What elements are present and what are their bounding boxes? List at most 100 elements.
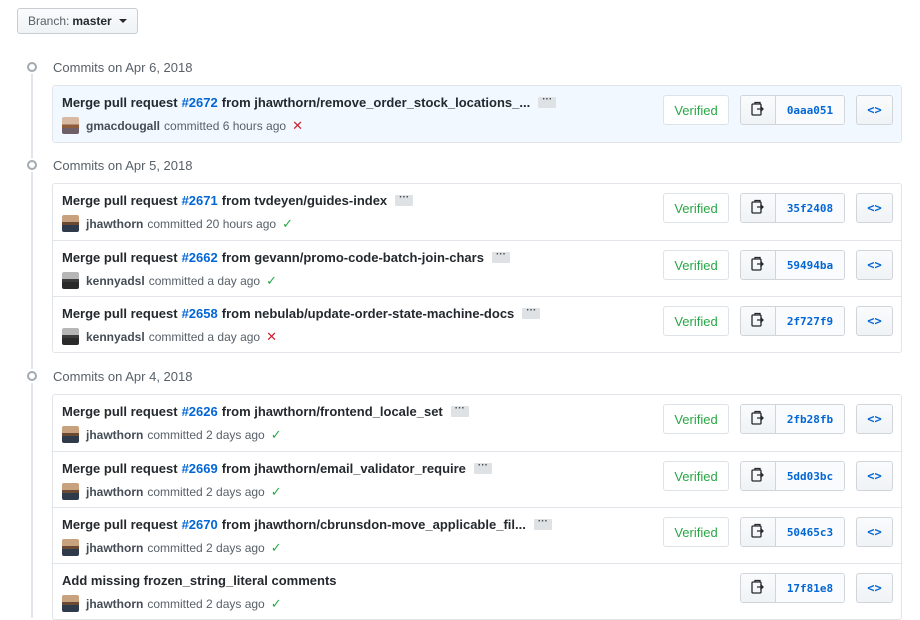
verified-badge[interactable]: Verified xyxy=(663,193,729,223)
verified-badge[interactable]: Verified xyxy=(663,306,729,336)
commit-sha-link[interactable]: 17f81e8 xyxy=(776,574,844,602)
expand-message-button[interactable]: ··· xyxy=(533,517,552,530)
check-success-icon[interactable]: ✓ xyxy=(271,596,282,612)
copy-sha-button[interactable] xyxy=(741,307,776,335)
copy-sha-button[interactable] xyxy=(741,518,776,546)
pull-request-link[interactable]: #2670 xyxy=(182,517,218,532)
commit-sha-link[interactable]: 35f2408 xyxy=(776,194,844,222)
commit-sha-link[interactable]: 2f727f9 xyxy=(776,307,844,335)
check-success-icon[interactable]: ✓ xyxy=(282,216,293,232)
commit-message-branch[interactable]: from jhawthorn/cbrunsdon-move_applicable… xyxy=(222,517,526,532)
commit-message-branch[interactable]: from jhawthorn/remove_order_stock_locati… xyxy=(222,95,530,110)
clipboard-icon xyxy=(751,101,765,120)
copy-sha-button[interactable] xyxy=(741,574,776,602)
author-link[interactable]: gmacdougall xyxy=(86,119,160,133)
copy-sha-button[interactable] xyxy=(741,405,776,433)
verified-badge[interactable]: Verified xyxy=(663,250,729,280)
avatar[interactable] xyxy=(62,595,79,612)
commit-message[interactable]: Merge pull request #2671 from tvdeyen/guid… xyxy=(62,193,414,208)
commit-message[interactable]: Merge pull request #2670 from jhawthorn/cb… xyxy=(62,517,552,532)
commit-sha-link[interactable]: 5dd03bc xyxy=(776,462,844,490)
commit-message-branch[interactable]: from gevann/promo-code-batch-join-chars xyxy=(222,250,484,265)
commit-sha-link[interactable]: 50465c3 xyxy=(776,518,844,546)
commit-message[interactable]: Merge pull request #2662 from gevann/promo… xyxy=(62,250,510,265)
commit-message-text[interactable]: Merge pull request xyxy=(62,517,178,532)
avatar[interactable] xyxy=(62,426,79,443)
commit-message-text[interactable]: Merge pull request xyxy=(62,250,178,265)
commit-row: Merge pull request #2626 from jhawthorn/fr… xyxy=(53,395,901,451)
commit-group-title: Commits on Apr 6, 2018 xyxy=(53,59,193,75)
pull-request-link[interactable]: #2671 xyxy=(182,193,218,208)
check-success-icon[interactable]: ✓ xyxy=(271,484,282,500)
browse-repo-button[interactable]: <> xyxy=(856,250,893,280)
commit-message[interactable]: Merge pull request #2658 from nebulab/upda… xyxy=(62,306,541,321)
expand-message-button[interactable]: ··· xyxy=(522,306,541,319)
author-link[interactable]: jhawthorn xyxy=(86,541,143,555)
expand-message-button[interactable]: ··· xyxy=(450,404,469,417)
timeline-line xyxy=(31,60,33,618)
commit-message-branch[interactable]: from jhawthorn/email_validator_require xyxy=(222,461,466,476)
browse-repo-button[interactable]: <> xyxy=(856,404,893,434)
pull-request-link[interactable]: #2669 xyxy=(182,461,218,476)
author-link[interactable]: jhawthorn xyxy=(86,597,143,611)
commit-sha-link[interactable]: 2fb28fb xyxy=(776,405,844,433)
commit-message-text[interactable]: Merge pull request xyxy=(62,306,178,321)
check-fail-icon[interactable]: ✕ xyxy=(266,329,277,345)
sha-button-group: 50465c3 xyxy=(740,517,845,547)
author-link[interactable]: jhawthorn xyxy=(86,485,143,499)
browse-repo-button[interactable]: <> xyxy=(856,573,893,603)
commit-message[interactable]: Merge pull request #2669 from jhawthorn/em… xyxy=(62,461,492,476)
commit-message-branch[interactable]: from nebulab/update-order-state-machine-… xyxy=(222,306,515,321)
copy-sha-button[interactable] xyxy=(741,96,776,124)
browse-repo-button[interactable]: <> xyxy=(856,306,893,336)
commit-row: Merge pull request #2670 from jhawthorn/cb… xyxy=(53,507,901,563)
avatar[interactable] xyxy=(62,539,79,556)
commit-message[interactable]: Add missing frozen_string_literal commen… xyxy=(62,573,337,588)
author-link[interactable]: jhawthorn xyxy=(86,428,143,442)
expand-message-button[interactable]: ··· xyxy=(395,193,414,206)
avatar[interactable] xyxy=(62,117,79,134)
commit-message[interactable]: Merge pull request #2672 from jhawthorn/re… xyxy=(62,95,557,110)
copy-sha-button[interactable] xyxy=(741,194,776,222)
expand-message-button[interactable]: ··· xyxy=(538,95,557,108)
verified-badge[interactable]: Verified xyxy=(663,95,729,125)
expand-message-button[interactable]: ··· xyxy=(491,250,510,263)
verified-badge[interactable]: Verified xyxy=(663,517,729,547)
author-link[interactable]: kennyadsl xyxy=(86,330,145,344)
commit-message-text[interactable]: Add missing frozen_string_literal commen… xyxy=(62,573,337,588)
browse-repo-button[interactable]: <> xyxy=(856,461,893,491)
check-success-icon[interactable]: ✓ xyxy=(271,427,282,443)
expand-message-button[interactable]: ··· xyxy=(473,461,492,474)
verified-badge[interactable]: Verified xyxy=(663,461,729,491)
branch-select-button[interactable]: Branch: master xyxy=(17,8,138,34)
verified-badge[interactable]: Verified xyxy=(663,404,729,434)
commit-message[interactable]: Merge pull request #2626 from jhawthorn/fr… xyxy=(62,404,469,419)
copy-sha-button[interactable] xyxy=(741,251,776,279)
copy-sha-button[interactable] xyxy=(741,462,776,490)
check-success-icon[interactable]: ✓ xyxy=(266,273,277,289)
commit-message-text[interactable]: Merge pull request xyxy=(62,461,178,476)
commit-message-branch[interactable]: from jhawthorn/frontend_locale_set xyxy=(222,404,443,419)
commit-sha-link[interactable]: 59494ba xyxy=(776,251,844,279)
commit-message-text[interactable]: Merge pull request xyxy=(62,95,178,110)
commit-message-text[interactable]: Merge pull request xyxy=(62,404,178,419)
pull-request-link[interactable]: #2658 xyxy=(182,306,218,321)
commit-sha-link[interactable]: 0aaa051 xyxy=(776,96,844,124)
commit-message-text[interactable]: Merge pull request xyxy=(62,193,178,208)
pull-request-link[interactable]: #2626 xyxy=(182,404,218,419)
pull-request-link[interactable]: #2672 xyxy=(182,95,218,110)
author-link[interactable]: jhawthorn xyxy=(86,217,143,231)
commit-message-branch[interactable]: from tvdeyen/guides-index xyxy=(222,193,387,208)
author-link[interactable]: kennyadsl xyxy=(86,274,145,288)
avatar[interactable] xyxy=(62,483,79,500)
pull-request-link[interactable]: #2662 xyxy=(182,250,218,265)
browse-repo-button[interactable]: <> xyxy=(856,517,893,547)
avatar[interactable] xyxy=(62,328,79,345)
avatar[interactable] xyxy=(62,272,79,289)
browse-repo-button[interactable]: <> xyxy=(856,95,893,125)
avatar[interactable] xyxy=(62,215,79,232)
browse-repo-button[interactable]: <> xyxy=(856,193,893,223)
check-success-icon[interactable]: ✓ xyxy=(271,540,282,556)
check-fail-icon[interactable]: ✕ xyxy=(292,118,303,134)
clipboard-icon xyxy=(751,523,765,542)
